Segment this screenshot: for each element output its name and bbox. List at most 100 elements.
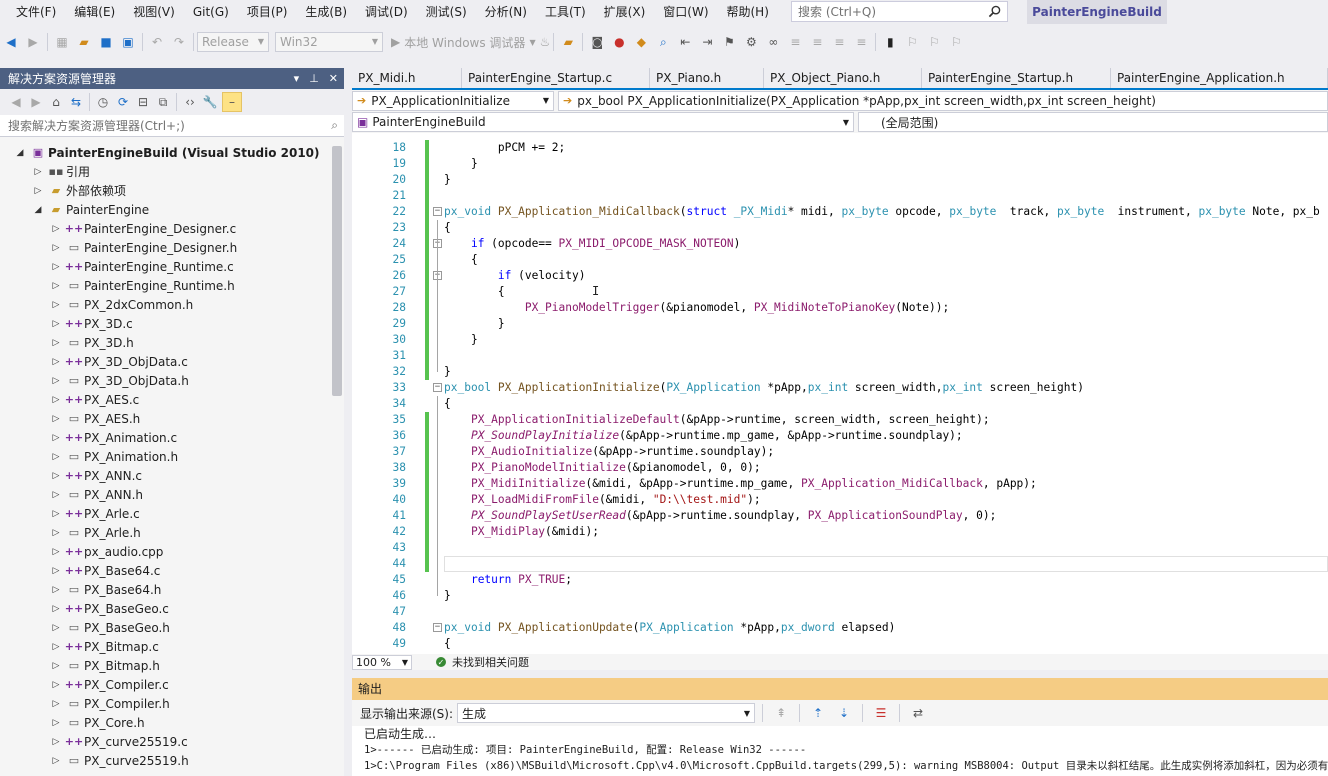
menu-item[interactable]: 测试(S) xyxy=(418,0,477,24)
document-tab[interactable]: PX_Piano.h xyxy=(650,68,764,88)
next-message-icon[interactable]: ⇣ xyxy=(836,705,852,721)
menu-item[interactable]: 帮助(H) xyxy=(719,0,779,24)
code-line[interactable]: 38 PX_PianoModelInitialize(&pianomodel, … xyxy=(352,460,1328,476)
tree-item-file[interactable]: ▷ ++ PX_curve25519.c xyxy=(50,732,344,751)
code-line[interactable]: 21 xyxy=(352,188,1328,204)
forward-icon[interactable]: ▶ xyxy=(25,34,41,50)
forward-icon[interactable]: ▶ xyxy=(28,94,44,110)
code-line[interactable]: 24 if (opcode== PX_MIDI_OPCODE_MASK_NOTE… xyxy=(352,236,1328,252)
comment-icon[interactable]: ≡ xyxy=(787,34,803,50)
code-line[interactable]: 41 PX_SoundPlaySetUserRead(&pApp->runtim… xyxy=(352,508,1328,524)
project-select[interactable]: ▣ PainterEngineBuild ▼ xyxy=(352,112,854,132)
code-line[interactable]: 26 if (velocity) xyxy=(352,268,1328,284)
collapse-icon[interactable]: − xyxy=(433,383,442,392)
switch-view-icon[interactable]: ⇆ xyxy=(68,94,84,110)
collapse-icon[interactable]: − xyxy=(433,207,442,216)
code-line[interactable]: 19 } xyxy=(352,156,1328,172)
collapsed-arrow-icon[interactable]: ▷ xyxy=(50,471,62,481)
camera-icon[interactable]: ◙ xyxy=(589,34,605,50)
code-line[interactable]: 46} xyxy=(352,588,1328,604)
properties-icon[interactable]: 🔧 xyxy=(202,94,218,110)
collapsed-arrow-icon[interactable]: ▷ xyxy=(50,566,62,576)
code-line[interactable]: 27 { xyxy=(352,284,1328,300)
code-line[interactable]: 23 { xyxy=(352,220,1328,236)
tree-item-project[interactable]: ◢ ▰ PainterEngine xyxy=(32,200,344,219)
tree-item-file[interactable]: ▷ ++ PX_BaseGeo.c xyxy=(50,599,344,618)
signature-select[interactable]: ➔ px_bool PX_ApplicationInitialize(PX_Ap… xyxy=(558,90,1328,111)
tree-item-file[interactable]: ▷ ++ px_audio.cpp xyxy=(50,542,344,561)
redo-icon[interactable]: ↷ xyxy=(171,34,187,50)
format-icon[interactable]: ≡ xyxy=(853,34,869,50)
collapsed-arrow-icon[interactable]: ▷ xyxy=(50,642,62,652)
code-line[interactable]: 28 PX_PianoModelTrigger(&pianomodel, PX_… xyxy=(352,300,1328,316)
code-line[interactable]: 43 xyxy=(352,540,1328,556)
tree-item-file[interactable]: ▷ ▭ PX_Base64.h xyxy=(50,580,344,599)
collapsed-arrow-icon[interactable]: ▷ xyxy=(50,585,62,595)
code-line[interactable]: 25 { xyxy=(352,252,1328,268)
collapsed-arrow-icon[interactable]: ▷ xyxy=(50,737,62,747)
clear-all-icon[interactable]: ☰ xyxy=(873,705,889,721)
code-line[interactable]: 45 return PX_TRUE; xyxy=(352,572,1328,588)
code-area[interactable]: 18 pPCM += 2; 19 } 20} 21 22 px_void PX_Appli… xyxy=(352,138,1328,654)
pin-icon[interactable]: ⊥ xyxy=(309,72,319,85)
save-all-icon[interactable]: ▣ xyxy=(120,34,136,50)
menu-item[interactable]: 工具(T) xyxy=(537,0,596,24)
code-line[interactable]: 20} xyxy=(352,172,1328,188)
collapsed-arrow-icon[interactable]: ▷ xyxy=(50,604,62,614)
menu-item[interactable]: 分析(N) xyxy=(477,0,537,24)
tree-item-file[interactable]: ▷ ++ PX_Arle.c xyxy=(50,504,344,523)
code-line[interactable]: 22 px_void PX_Application_MidiCallback(st… xyxy=(352,204,1328,220)
platform-select[interactable]: Win32 ▼ xyxy=(275,32,383,52)
tree-item-file[interactable]: ▷ ++ PX_Base64.c xyxy=(50,561,344,580)
tree-item-file[interactable]: ▷ ▭ PX_3D_ObjData.h xyxy=(50,371,344,390)
collapsed-arrow-icon[interactable]: ▷ xyxy=(32,167,44,177)
go-to-message-icon[interactable]: ⇞ xyxy=(773,705,789,721)
collapsed-arrow-icon[interactable]: ▷ xyxy=(50,300,62,310)
dropdown-icon[interactable]: ▾ xyxy=(294,72,300,85)
function-select[interactable]: ➔ PX_ApplicationInitialize ▼ xyxy=(352,90,554,111)
tree-item-file[interactable]: ▷ ▭ PainterEngine_Designer.h xyxy=(50,238,344,257)
tree-item-file[interactable]: ▷ ++ PX_3D.c xyxy=(50,314,344,333)
code-line[interactable]: 36 PX_SoundPlayInitialize(&pApp->runtime… xyxy=(352,428,1328,444)
document-tab[interactable]: PainterEngine_Startup.c xyxy=(462,68,650,88)
configuration-select[interactable]: Release ▼ xyxy=(197,32,269,52)
collapsed-arrow-icon[interactable]: ▷ xyxy=(50,433,62,443)
tree-item-file[interactable]: ▷ ▭ PX_curve25519.h xyxy=(50,751,344,770)
collapsed-arrow-icon[interactable]: ▷ xyxy=(50,452,62,462)
scope-select[interactable]: (全局范围) xyxy=(858,112,1328,132)
collapsed-arrow-icon[interactable]: ▷ xyxy=(50,224,62,234)
tree-item-file[interactable]: ▷ ▭ PX_AES.h xyxy=(50,409,344,428)
code-line[interactable]: 39 PX_MidiInitialize(&midi, &pApp->runti… xyxy=(352,476,1328,492)
menu-item[interactable]: 编辑(E) xyxy=(66,0,125,24)
tree-item-file[interactable]: ▷ ▭ PX_Arle.h xyxy=(50,523,344,542)
collapsed-arrow-icon[interactable]: ▷ xyxy=(50,262,62,272)
bookmark-icon[interactable]: ⚑ xyxy=(721,34,737,50)
tree-item-references[interactable]: ▷ ▪▪ 引用 xyxy=(32,162,344,181)
prev-bookmark-icon[interactable]: ⚐ xyxy=(904,34,920,50)
refresh-icon[interactable]: ⟳ xyxy=(115,94,131,110)
preview-icon[interactable]: – xyxy=(222,92,242,112)
code-line[interactable]: 32} xyxy=(352,364,1328,380)
document-tab[interactable]: PX_Object_Piano.h xyxy=(764,68,922,88)
collapsed-arrow-icon[interactable]: ▷ xyxy=(50,623,62,633)
output-text[interactable]: 已启动生成… 1>------ 已启动生成: 项目: PainterEngineB… xyxy=(352,726,1328,776)
show-all-files-icon[interactable]: ⧉ xyxy=(155,94,171,110)
tree-item-file[interactable]: ▷ ++ PainterEngine_Runtime.c xyxy=(50,257,344,276)
collapsed-arrow-icon[interactable]: ▷ xyxy=(50,680,62,690)
collapse-icon[interactable]: − xyxy=(433,623,442,632)
document-tab[interactable]: PainterEngine_Startup.h xyxy=(922,68,1111,88)
code-line[interactable]: 48 px_void PX_ApplicationUpdate(PX_Applic… xyxy=(352,620,1328,636)
collapsed-arrow-icon[interactable]: ▷ xyxy=(50,756,62,766)
expanded-arrow-icon[interactable]: ◢ xyxy=(14,148,26,158)
tree-item-file[interactable]: ▷ ▭ PX_ANN.h xyxy=(50,485,344,504)
collapsed-arrow-icon[interactable]: ▷ xyxy=(50,319,62,329)
tool-icon[interactable]: ⚙ xyxy=(743,34,759,50)
menu-item[interactable]: Git(G) xyxy=(185,0,239,24)
box-icon[interactable]: ◆ xyxy=(633,34,649,50)
code-line[interactable]: 30 } xyxy=(352,332,1328,348)
tree-item-file[interactable]: ▷ ▭ PX_2dxCommon.h xyxy=(50,295,344,314)
collapsed-arrow-icon[interactable]: ▷ xyxy=(50,357,62,367)
open-folder-icon[interactable]: ▰ xyxy=(76,34,92,50)
tree-item-file[interactable]: ▷ ▭ PX_BaseGeo.h xyxy=(50,618,344,637)
back-icon[interactable]: ◀ xyxy=(8,94,24,110)
